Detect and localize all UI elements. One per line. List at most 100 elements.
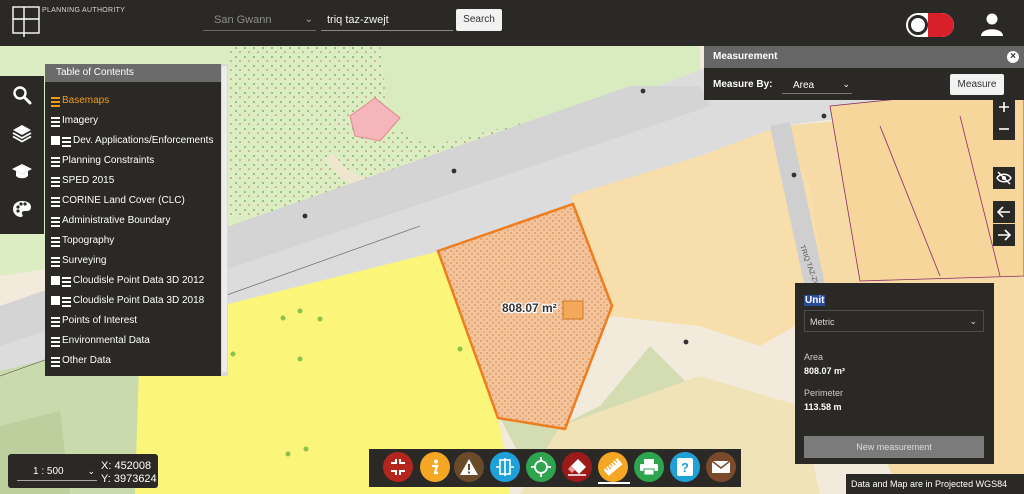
zoom-out-button[interactable] <box>993 118 1015 140</box>
scale-select[interactable]: 1 : 500 ⌄ <box>17 463 97 481</box>
close-icon[interactable]: × <box>1007 51 1019 63</box>
report-button[interactable] <box>454 452 484 482</box>
bottom-toolbar: ? <box>369 449 741 487</box>
eraser-icon <box>568 459 586 476</box>
menu-icon <box>62 294 71 307</box>
toc-item[interactable]: Environmental Data <box>45 334 228 354</box>
toc-title: Table of Contents <box>45 64 228 82</box>
unit-select[interactable]: Metric ⌄ <box>804 310 984 332</box>
arrow-left-icon <box>997 206 1010 218</box>
toc-item-label: Dev. Applications/Enforcements <box>73 135 214 146</box>
locate-icon <box>531 457 551 477</box>
zoom-in-button[interactable] <box>993 96 1015 118</box>
area-value: 808.07 m² <box>804 366 846 376</box>
toc-item[interactable]: CORINE Land Cover (CLC) <box>45 194 228 214</box>
layer-checkbox[interactable] <box>51 296 60 305</box>
search-icon <box>13 86 32 105</box>
locality-select[interactable]: San Gwann ⌄ <box>203 11 316 31</box>
toc-item-label: Planning Constraints <box>62 155 155 166</box>
chevron-down-icon: ⌄ <box>87 466 95 476</box>
y-coordinate: Y: 3973624 <box>101 473 157 485</box>
left-toolbar <box>0 76 44 234</box>
unit-label: Unit <box>804 295 826 306</box>
theme-toggle[interactable] <box>906 13 954 37</box>
scale-coordinates-panel: 1 : 500 ⌄ X: 452008 Y: 3973624 <box>8 454 158 488</box>
toc-item[interactable]: SPED 2015 <box>45 174 228 194</box>
swipe-icon <box>496 458 514 476</box>
toc-item[interactable]: Imagery <box>45 114 228 134</box>
measure-tool-button[interactable] <box>598 452 628 482</box>
perimeter-value: 113.58 m <box>804 402 842 412</box>
svg-text:?: ? <box>681 460 689 475</box>
toc-item-label: Administrative Boundary <box>62 215 171 226</box>
info-button[interactable] <box>420 452 450 482</box>
toc-item-label: Environmental Data <box>62 335 150 346</box>
mail-button[interactable] <box>706 452 736 482</box>
arrow-right-icon <box>998 229 1011 241</box>
search-tool[interactable] <box>0 76 44 114</box>
toc-item-label: Basemaps <box>62 95 110 106</box>
perimeter-label: Perimeter <box>804 388 844 398</box>
chevron-down-icon: ⌄ <box>304 14 313 25</box>
measure-by-label: Measure By: <box>713 79 773 90</box>
toc-item[interactable]: Points of Interest <box>45 314 228 334</box>
layer-checkbox[interactable] <box>51 276 60 285</box>
info-icon <box>432 459 439 475</box>
menu-icon <box>51 354 60 367</box>
toc-item-label: Cloudisle Point Data 3D 2012 <box>73 275 205 286</box>
layer-checkbox[interactable] <box>51 136 60 145</box>
toc-item[interactable]: Cloudisle Point Data 3D 2018 <box>45 294 228 314</box>
toc-list: Basemaps Imagery Dev. Applications/Enforce… <box>45 82 228 374</box>
toc-item[interactable]: Topography <box>45 234 228 254</box>
new-measurement-button[interactable]: New measurement <box>804 436 984 458</box>
toc-item[interactable]: Basemaps <box>45 94 228 114</box>
menu-icon <box>51 334 60 347</box>
palette-icon <box>13 201 31 217</box>
toc-item[interactable]: Other Data <box>45 354 228 374</box>
ruler-icon <box>603 458 623 476</box>
layers-tool[interactable] <box>0 114 44 152</box>
menu-icon <box>51 114 60 127</box>
next-extent-button[interactable] <box>993 224 1015 246</box>
previous-extent-button[interactable] <box>993 201 1015 223</box>
toc-item[interactable]: Dev. Applications/Enforcements <box>45 134 228 154</box>
toc-item-label: Imagery <box>62 115 99 126</box>
collapse-button[interactable] <box>383 452 413 482</box>
scale-value: 1 : 500 <box>33 466 64 477</box>
minus-icon <box>999 128 1009 130</box>
swipe-button[interactable] <box>490 452 520 482</box>
toc-item[interactable]: Administrative Boundary <box>45 214 228 234</box>
measure-by-value: Area <box>793 80 815 91</box>
toc-item[interactable]: Surveying <box>45 254 228 274</box>
search-button[interactable]: Search <box>456 9 502 31</box>
toc-item[interactable]: Planning Constraints <box>45 154 228 174</box>
education-tool[interactable] <box>0 152 44 190</box>
user-icon[interactable] <box>980 12 1004 36</box>
measure-button[interactable]: Measure <box>950 74 1004 95</box>
measure-by-select[interactable]: Area ⌄ <box>782 76 852 94</box>
graduation-cap-icon <box>12 164 32 179</box>
chevron-down-icon: ⌄ <box>969 316 977 326</box>
planning-authority-logo <box>12 6 40 37</box>
palette-tool[interactable] <box>0 190 44 228</box>
toc-item[interactable]: Cloudisle Point Data 3D 2012 <box>45 274 228 294</box>
eraser-button[interactable] <box>562 452 592 482</box>
toc-scrollbar[interactable] <box>221 64 228 376</box>
menu-icon <box>51 254 60 267</box>
street-search-input[interactable] <box>321 11 453 31</box>
mail-icon <box>711 460 731 473</box>
warning-icon <box>460 459 478 475</box>
help-button[interactable]: ? <box>670 452 700 482</box>
visibility-toggle-button[interactable] <box>993 167 1015 189</box>
menu-icon <box>51 234 60 247</box>
parcel-area-label: 808.07 m² <box>502 301 557 315</box>
print-button[interactable] <box>634 452 664 482</box>
menu-icon <box>62 274 71 287</box>
toc-item-label: CORINE Land Cover (CLC) <box>62 195 185 206</box>
active-tool-indicator <box>598 482 630 484</box>
toc-item-label: Surveying <box>62 255 107 266</box>
menu-icon <box>51 194 60 207</box>
locate-button[interactable] <box>526 452 556 482</box>
toc-item-label: Points of Interest <box>62 315 138 326</box>
x-coordinate: X: 452008 <box>101 460 152 472</box>
